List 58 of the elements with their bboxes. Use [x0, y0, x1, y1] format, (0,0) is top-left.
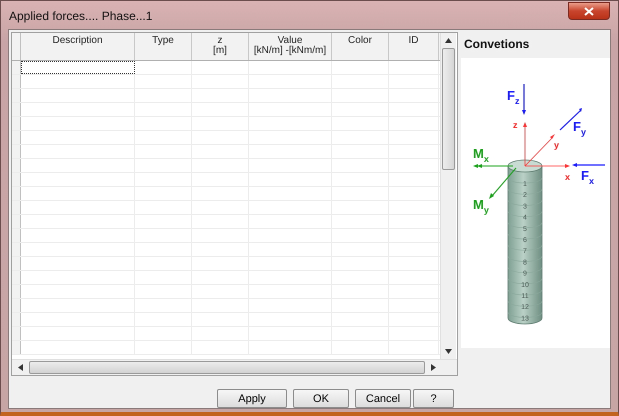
scroll-left-icon: [18, 364, 23, 371]
row-header[interactable]: [12, 75, 21, 88]
row-header[interactable]: [12, 271, 21, 284]
table-cell[interactable]: [21, 61, 135, 74]
row-header[interactable]: [12, 61, 21, 74]
row-header[interactable]: [12, 215, 21, 228]
vertical-scrollbar[interactable]: [440, 33, 456, 359]
row-header[interactable]: [12, 327, 21, 340]
scroll-right-icon: [431, 364, 436, 371]
scroll-up-icon: [445, 38, 452, 43]
force-label: F$_{z}$: [507, 88, 520, 106]
dialog-button[interactable]: ?: [413, 389, 454, 408]
force-arrow: [560, 108, 582, 130]
scrollbar-thumb[interactable]: [442, 48, 455, 170]
row-header[interactable]: [12, 145, 21, 158]
dialog-button[interactable]: Apply: [217, 389, 287, 408]
close-icon: [584, 6, 594, 16]
row-header[interactable]: [12, 201, 21, 214]
row-header[interactable]: [12, 299, 21, 312]
axis-label: x: [565, 172, 570, 182]
z-axis-arrow: [523, 122, 527, 166]
row-header[interactable]: [12, 173, 21, 186]
dialog-button[interactable]: OK: [293, 389, 349, 408]
row-header[interactable]: [12, 229, 21, 242]
force-label: M$_{x}$: [473, 146, 489, 164]
force-label: F$_{x}$: [581, 168, 594, 186]
row-header[interactable]: [12, 341, 21, 354]
column-header: ID: [389, 33, 439, 60]
column-header: Color: [332, 33, 389, 60]
close-button[interactable]: [568, 2, 610, 20]
row-header[interactable]: [12, 285, 21, 298]
row-header[interactable]: [12, 103, 21, 116]
force-arrow: [522, 84, 526, 115]
force-label: M$_{y}$: [473, 197, 489, 215]
column-header: Type: [135, 33, 192, 60]
scrollbar-thumb[interactable]: [29, 361, 425, 374]
row-header[interactable]: [12, 313, 21, 326]
horizontal-scrollbar[interactable]: [12, 359, 457, 375]
axis-label: z: [513, 120, 518, 130]
row-header[interactable]: [12, 187, 21, 200]
column-header: z [m]: [192, 33, 249, 60]
dialog-button[interactable]: Cancel: [355, 389, 411, 408]
row-header[interactable]: [12, 117, 21, 130]
scroll-down-icon: [445, 349, 452, 354]
axis-label: y: [554, 140, 560, 150]
row-header[interactable]: [12, 89, 21, 102]
column-header: Description: [21, 33, 135, 60]
window-title: Applied forces.... Phase...1: [9, 9, 152, 23]
column-header: Value [kN/m] -[kNm/m]: [249, 33, 332, 60]
row-header[interactable]: [12, 257, 21, 270]
row-header[interactable]: [12, 159, 21, 172]
row-header[interactable]: [12, 243, 21, 256]
y-axis-arrow: [524, 134, 555, 166]
row-header[interactable]: [12, 131, 21, 144]
panel-title: Convetions: [463, 36, 530, 53]
x-axis-arrow: [524, 164, 570, 168]
force-label: F$_{y}$: [573, 119, 586, 137]
force-arrow: [572, 163, 605, 167]
